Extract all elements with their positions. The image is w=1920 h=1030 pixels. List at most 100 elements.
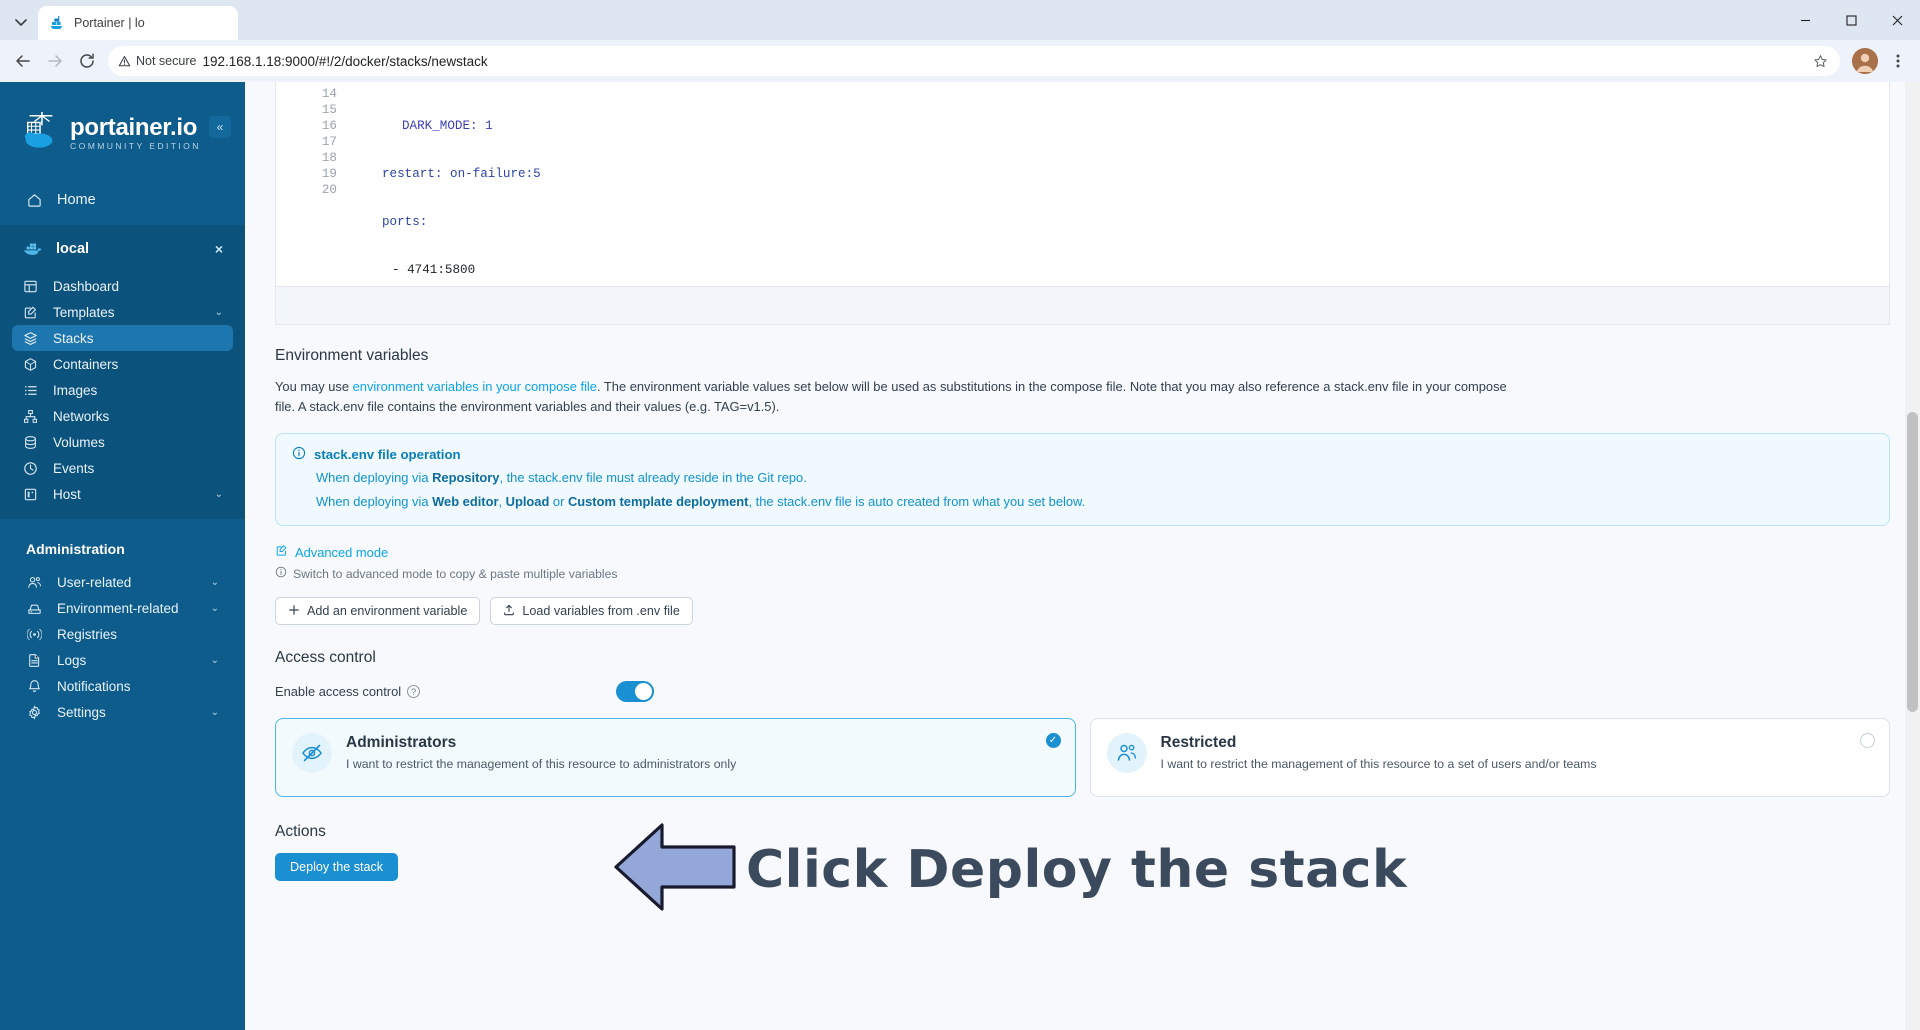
deploy-the-stack-button[interactable]: Deploy the stack	[275, 853, 399, 881]
chevron-down-icon[interactable]: ⌄	[211, 603, 219, 614]
url-text: 192.168.1.18:9000/#!/2/docker/stacks/new…	[202, 53, 488, 69]
scrollbar-thumb[interactable]	[1907, 412, 1918, 712]
sidebar-item-label: Templates	[53, 304, 115, 320]
sidebar-item-templates[interactable]: Templates ⌄	[12, 299, 233, 325]
sidebar-collapse-button[interactable]: «	[209, 116, 231, 138]
dashboard-icon	[22, 278, 39, 295]
environment-group: local × Dashboard Templates ⌄ Stacks Con…	[0, 225, 245, 519]
tab-title: Portainer | lo	[74, 16, 145, 30]
close-icon[interactable]: close-icon	[212, 14, 230, 32]
access-option-administrators[interactable]: Administrators I want to restrict the ma…	[275, 718, 1076, 797]
close-icon[interactable]: ×	[215, 241, 223, 257]
minimize-button[interactable]	[1782, 0, 1828, 40]
option-radio-selected[interactable]: ✓	[1045, 733, 1061, 748]
sidebar-item-registries[interactable]: Registries	[16, 621, 229, 647]
chevron-down-icon[interactable]: ⌄	[211, 655, 219, 666]
chevron-down-icon[interactable]: ⌄	[215, 489, 223, 500]
portainer-crane-logo-icon	[22, 110, 60, 157]
code-line: - 4741:5800	[392, 263, 476, 277]
sidebar-item-notifications[interactable]: Notifications	[16, 673, 229, 699]
infobox-line-2: When deploying via Web editor, Upload or…	[316, 493, 1873, 511]
line2-bold-3: Custom template deployment	[567, 494, 749, 509]
env-description: You may use environment variables in you…	[275, 377, 1525, 417]
bell-icon	[26, 678, 43, 695]
env-description-pre: You may use	[275, 379, 353, 394]
host-icon	[22, 486, 39, 503]
chevron-down-icon[interactable]: ⌄	[215, 307, 223, 318]
access-control-section: Access control Enable access control ? A…	[275, 649, 1890, 797]
add-environment-variable-button[interactable]: Add an environment variable	[275, 597, 481, 625]
window-controls	[1782, 0, 1920, 40]
environment-header[interactable]: local ×	[12, 233, 233, 265]
load-variables-from-env-file-button[interactable]: Load variables from .env file	[490, 597, 693, 625]
env-buttons: Add an environment variable Load variabl…	[275, 597, 1890, 625]
logo-text: portainer.io COMMUNITY EDITION	[70, 116, 201, 151]
question-mark-icon[interactable]: ?	[407, 685, 421, 698]
tab-search-button[interactable]	[4, 7, 38, 37]
sidebar-item-events[interactable]: Events	[12, 455, 233, 481]
reload-button[interactable]	[72, 46, 102, 76]
events-clock-icon	[22, 460, 39, 477]
sidebar-item-images[interactable]: Images	[12, 377, 233, 403]
back-button[interactable]	[8, 46, 38, 76]
access-control-options: Administrators I want to restrict the ma…	[275, 718, 1890, 797]
line1-bold: Repository	[432, 470, 500, 485]
infobox-line-1: When deploying via Repository, the stack…	[316, 469, 1873, 487]
browser-tab[interactable]: Portainer | lo close-icon	[38, 6, 238, 40]
sidebar-item-stacks[interactable]: Stacks	[12, 325, 233, 351]
three-dot-menu-icon[interactable]	[1884, 47, 1912, 75]
toggle-label-text: Enable access control	[275, 684, 402, 699]
page-scrollbar[interactable]	[1905, 82, 1920, 1030]
sidebar-item-label: Containers	[53, 356, 119, 372]
browser-tabstrip: Portainer | lo close-icon	[0, 0, 1920, 40]
compose-editor[interactable]: 14 15 16 17 18 19 20 DARK_MODE: 1 restar…	[275, 82, 1890, 287]
sidebar-item-settings[interactable]: Settings ⌄	[16, 699, 229, 725]
line2-mid-1: ,	[498, 494, 506, 509]
chevron-down-icon[interactable]: ⌄	[211, 707, 219, 718]
browser-window: Portainer | lo close-icon	[0, 0, 1920, 1030]
sidebar-item-containers[interactable]: Containers	[12, 351, 233, 377]
option-title: Administrators	[346, 734, 457, 751]
sidebar-item-host[interactable]: Host ⌄	[12, 481, 233, 507]
sidebar-item-label: Events	[53, 460, 95, 476]
code-area[interactable]: 14 15 16 17 18 19 20 DARK_MODE: 1 restar…	[310, 82, 1889, 286]
env-vars-doc-link[interactable]: environment variables in your compose fi…	[353, 379, 597, 394]
advanced-mode-label: Advanced mode	[295, 544, 389, 560]
section-title: Environment variables	[275, 347, 429, 364]
images-icon	[22, 382, 39, 399]
access-option-restricted[interactable]: Restricted I want to restrict the manage…	[1089, 718, 1890, 797]
sidebar-item-networks[interactable]: Networks	[12, 403, 233, 429]
sidebar-item-user-related[interactable]: User-related ⌄	[16, 569, 229, 595]
chevron-down-icon[interactable]: ⌄	[211, 577, 219, 588]
maximize-button[interactable]	[1828, 0, 1874, 40]
info-circle-icon	[275, 566, 287, 581]
sidebar-item-volumes[interactable]: Volumes	[12, 429, 233, 455]
sidebar-item-home[interactable]: Home	[16, 187, 229, 213]
forward-button[interactable]	[40, 46, 70, 76]
security-indicator[interactable]: Not secure	[118, 54, 196, 68]
sidebar: portainer.io COMMUNITY EDITION « Home lo…	[0, 82, 245, 1030]
plus-icon	[288, 604, 300, 619]
sidebar-item-logs[interactable]: Logs ⌄	[16, 647, 229, 673]
sidebar-item-label: Notifications	[57, 678, 131, 694]
bookmark-star-icon[interactable]	[1808, 49, 1832, 73]
close-window-button[interactable]	[1874, 0, 1920, 40]
docker-whale-icon	[22, 240, 44, 258]
sidebar-item-dashboard[interactable]: Dashboard	[12, 273, 233, 299]
advanced-mode-note-text: Switch to advanced mode to copy & paste …	[293, 566, 618, 581]
logo-title: portainer.io	[70, 114, 198, 142]
advanced-mode-link[interactable]: Advanced mode	[275, 544, 1890, 560]
avatar[interactable]	[1852, 48, 1878, 74]
environment-name: local	[56, 241, 90, 257]
enable-access-control-toggle[interactable]	[616, 681, 655, 702]
option-radio[interactable]	[1860, 733, 1875, 748]
portainer-favicon-icon	[50, 15, 66, 31]
upload-icon	[503, 604, 515, 619]
option-description: I want to restrict the management of thi…	[1160, 757, 1597, 771]
sidebar-item-label: Home	[57, 192, 96, 208]
registries-icon	[26, 626, 43, 643]
users-icon	[26, 574, 43, 591]
address-bar[interactable]: Not secure 192.168.1.18:9000/#!/2/docker…	[108, 46, 1840, 76]
networks-icon	[22, 408, 39, 425]
sidebar-item-environment-related[interactable]: Environment-related ⌄	[16, 595, 229, 621]
